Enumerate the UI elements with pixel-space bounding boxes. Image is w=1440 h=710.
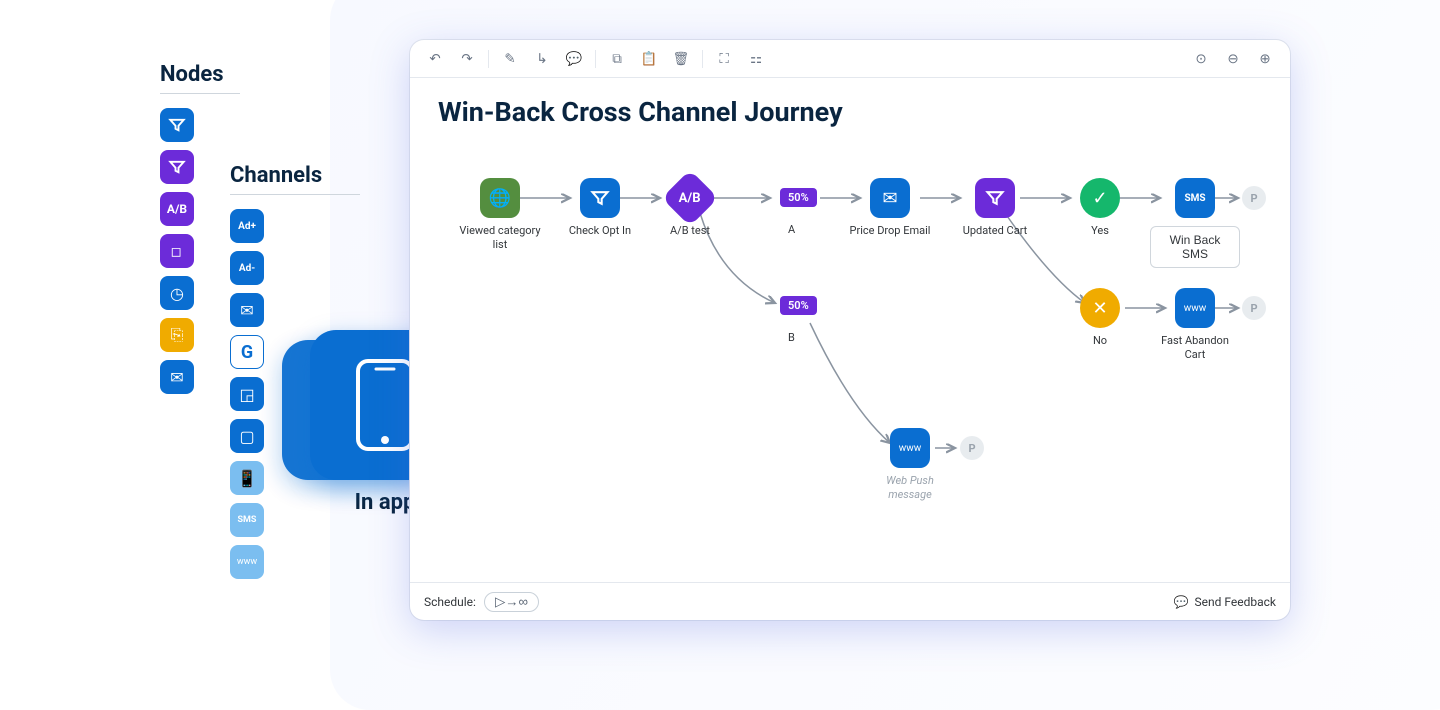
node-no[interactable]: ✕ No (1055, 288, 1145, 348)
zoom-fit-button[interactable]: ⊙ (1186, 45, 1216, 73)
delete-button[interactable]: 🗑 (666, 45, 696, 73)
sms-icon: SMS (1175, 178, 1215, 218)
schedule-label: Schedule: (424, 595, 476, 609)
node-ab-test[interactable]: A/B A/B test (645, 178, 735, 238)
node-chip-filter-alt[interactable] (160, 150, 194, 184)
node-win-sms[interactable]: SMS Win Back SMS (1150, 178, 1240, 268)
channel-chip-web-push[interactable]: www (230, 545, 264, 579)
channel-chip-ads-remove[interactable]: Ad- (230, 251, 264, 285)
node-start[interactable]: 🌐 Viewed category list (455, 178, 545, 252)
filter-icon (580, 178, 620, 218)
toolbar: ↶ ↷ ✎ ↳ 💬 ⧉ 📋 🗑 ⛶ ⚏ ⊙ ⊖ ⊕ (410, 40, 1290, 78)
node-web-push[interactable]: www Web Push message (865, 428, 955, 502)
x-icon: ✕ (1080, 288, 1120, 328)
branch-a-label: A (788, 223, 795, 237)
web-icon: www (1175, 288, 1215, 328)
zoom-out-button[interactable]: ⊖ (1218, 45, 1248, 73)
node-price-email[interactable]: ✉ Price Drop Email (845, 178, 935, 238)
filter-icon (975, 178, 1015, 218)
placeholder-icon[interactable]: P (1242, 186, 1266, 210)
divider (160, 93, 240, 94)
channel-chip-mobile-push[interactable]: 📱 (230, 461, 264, 495)
node-yes[interactable]: ✓ Yes (1055, 178, 1145, 238)
channel-chip-sms[interactable]: SMS (230, 503, 264, 537)
node-fast-cart[interactable]: www Fast Abandon Cart (1150, 288, 1240, 362)
placeholder-icon[interactable]: P (1242, 296, 1266, 320)
channel-chip-push[interactable]: ◲ (230, 377, 264, 411)
check-icon: ✓ (1080, 178, 1120, 218)
chat-icon: 💬 (1174, 595, 1189, 609)
journey-canvas-window: ↶ ↷ ✎ ↳ 💬 ⧉ 📋 🗑 ⛶ ⚏ ⊙ ⊖ ⊕ Win-Back Cross… (410, 40, 1290, 620)
node-chip-ab-test[interactable]: A/B (160, 192, 194, 226)
placeholder-icon[interactable]: P (960, 436, 984, 460)
branch-b-label: B (788, 331, 795, 345)
branch-a-pill: 50% (780, 188, 817, 207)
copy-button[interactable]: ⧉ (602, 45, 632, 73)
channel-chip-google[interactable]: G (230, 335, 264, 369)
comment-button[interactable]: 💬 (559, 45, 589, 73)
in-app-label: In app (355, 490, 416, 515)
nodes-section: Nodes A/B ◇ ◷ ⎘ ✉ (160, 62, 240, 394)
auto-layout-button[interactable]: ⛶ (709, 45, 739, 73)
win-back-sms-button[interactable]: Win Back SMS (1150, 226, 1240, 268)
node-check-optin[interactable]: Check Opt In (555, 178, 645, 238)
branch-b-pill: 50% (780, 296, 817, 315)
zoom-in-button[interactable]: ⊕ (1250, 45, 1280, 73)
send-feedback-button[interactable]: 💬 Send Feedback (1174, 595, 1276, 609)
divider (230, 194, 360, 195)
node-chip-filter[interactable] (160, 108, 194, 142)
ab-test-icon: A/B (662, 170, 719, 227)
node-chip-wait-until[interactable]: ◇ (160, 234, 194, 268)
email-icon: ✉ (870, 178, 910, 218)
channels-title: Channels (230, 163, 360, 188)
node-chip-exit[interactable]: ⎘ (160, 318, 194, 352)
nodes-title: Nodes (160, 62, 240, 87)
node-updated-cart[interactable]: Updated Cart (950, 178, 1040, 238)
node-chip-email-check[interactable]: ✉ (160, 360, 194, 394)
globe-icon: 🌐 (480, 178, 520, 218)
undo-button[interactable]: ↶ (420, 45, 450, 73)
connector-button[interactable]: ↳ (527, 45, 557, 73)
channel-chip-email-send[interactable]: ✉ (230, 293, 264, 327)
schedule-button[interactable]: ▷→∞ (484, 592, 539, 612)
distribute-button[interactable]: ⚏ (741, 45, 771, 73)
edit-button[interactable]: ✎ (495, 45, 525, 73)
node-chip-wait[interactable]: ◷ (160, 276, 194, 310)
paste-button[interactable]: 📋 (634, 45, 664, 73)
redo-button[interactable]: ↷ (452, 45, 482, 73)
channel-chip-in-app[interactable]: ▢ (230, 419, 264, 453)
web-push-icon: www (890, 428, 930, 468)
canvas-footer: Schedule: ▷→∞ 💬 Send Feedback (410, 582, 1290, 620)
canvas-area[interactable]: Win-Back Cross Channel Journey 🌐 Viewed … (410, 78, 1290, 578)
channel-chip-ads-add[interactable]: Ad+ (230, 209, 264, 243)
